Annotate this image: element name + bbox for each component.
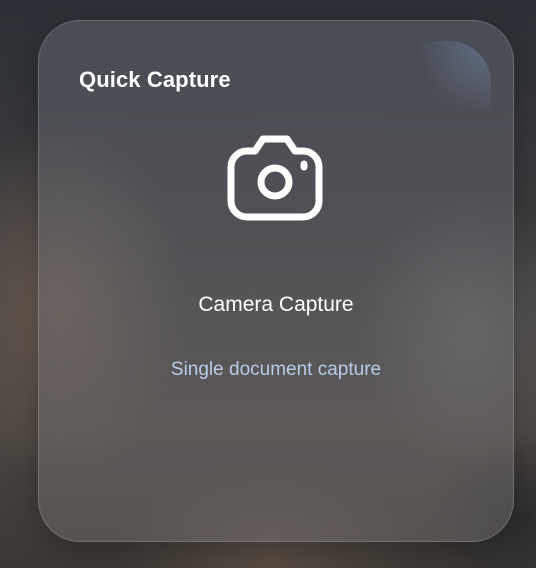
card-corner-glow: [421, 41, 491, 111]
card-title: Quick Capture: [79, 67, 231, 92]
camera-icon[interactable]: [225, 131, 325, 223]
quick-capture-card[interactable]: Quick Capture Camera Capture Single docu…: [38, 20, 514, 542]
camera-capture-description: Single document capture: [170, 359, 382, 380]
camera-capture-label[interactable]: Camera Capture: [39, 293, 513, 317]
